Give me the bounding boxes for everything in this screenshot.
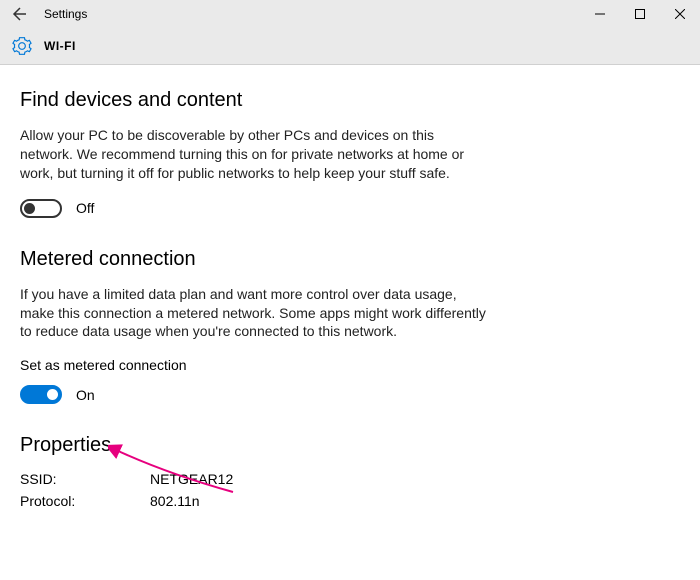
find-devices-toggle-label: Off <box>76 200 94 216</box>
property-row: Protocol: 802.11n <box>20 493 680 509</box>
find-devices-desc: Allow your PC to be discoverable by othe… <box>20 126 490 183</box>
section-metered: Metered connection If you have a limited… <box>20 248 680 405</box>
window-title: Settings <box>44 7 580 21</box>
property-key: SSID: <box>20 471 150 487</box>
property-row: SSID: NETGEAR12 <box>20 471 680 487</box>
back-button[interactable] <box>0 0 40 28</box>
metered-heading: Metered connection <box>20 248 680 271</box>
section-find-devices: Find devices and content Allow your PC t… <box>20 89 680 218</box>
property-value: NETGEAR12 <box>150 471 680 487</box>
metered-toggle-row: On <box>20 385 680 404</box>
minimize-button[interactable] <box>580 0 620 28</box>
properties-heading: Properties <box>20 434 680 457</box>
toggle-knob-icon <box>24 203 35 214</box>
window-controls <box>580 0 700 28</box>
close-button[interactable] <box>660 0 700 28</box>
close-icon <box>675 9 685 19</box>
minimize-icon <box>595 9 605 19</box>
find-devices-toggle-row: Off <box>20 199 680 218</box>
gear-icon <box>12 36 32 56</box>
find-devices-heading: Find devices and content <box>20 89 680 112</box>
property-key: Protocol: <box>20 493 150 509</box>
content: Find devices and content Allow your PC t… <box>0 65 700 580</box>
page-title: WI-FI <box>44 39 76 53</box>
find-devices-toggle[interactable] <box>20 199 62 218</box>
maximize-icon <box>635 9 645 19</box>
maximize-button[interactable] <box>620 0 660 28</box>
metered-desc: If you have a limited data plan and want… <box>20 285 490 342</box>
back-arrow-icon <box>12 6 28 22</box>
metered-setting-label: Set as metered connection <box>20 357 680 373</box>
metered-toggle[interactable] <box>20 385 62 404</box>
headerbar: WI-FI <box>0 28 700 64</box>
metered-toggle-label: On <box>76 387 95 403</box>
toggle-knob-icon <box>47 389 58 400</box>
titlebar: Settings <box>0 0 700 28</box>
section-properties: Properties SSID: NETGEAR12 Protocol: 802… <box>20 434 680 509</box>
property-value: 802.11n <box>150 493 680 509</box>
